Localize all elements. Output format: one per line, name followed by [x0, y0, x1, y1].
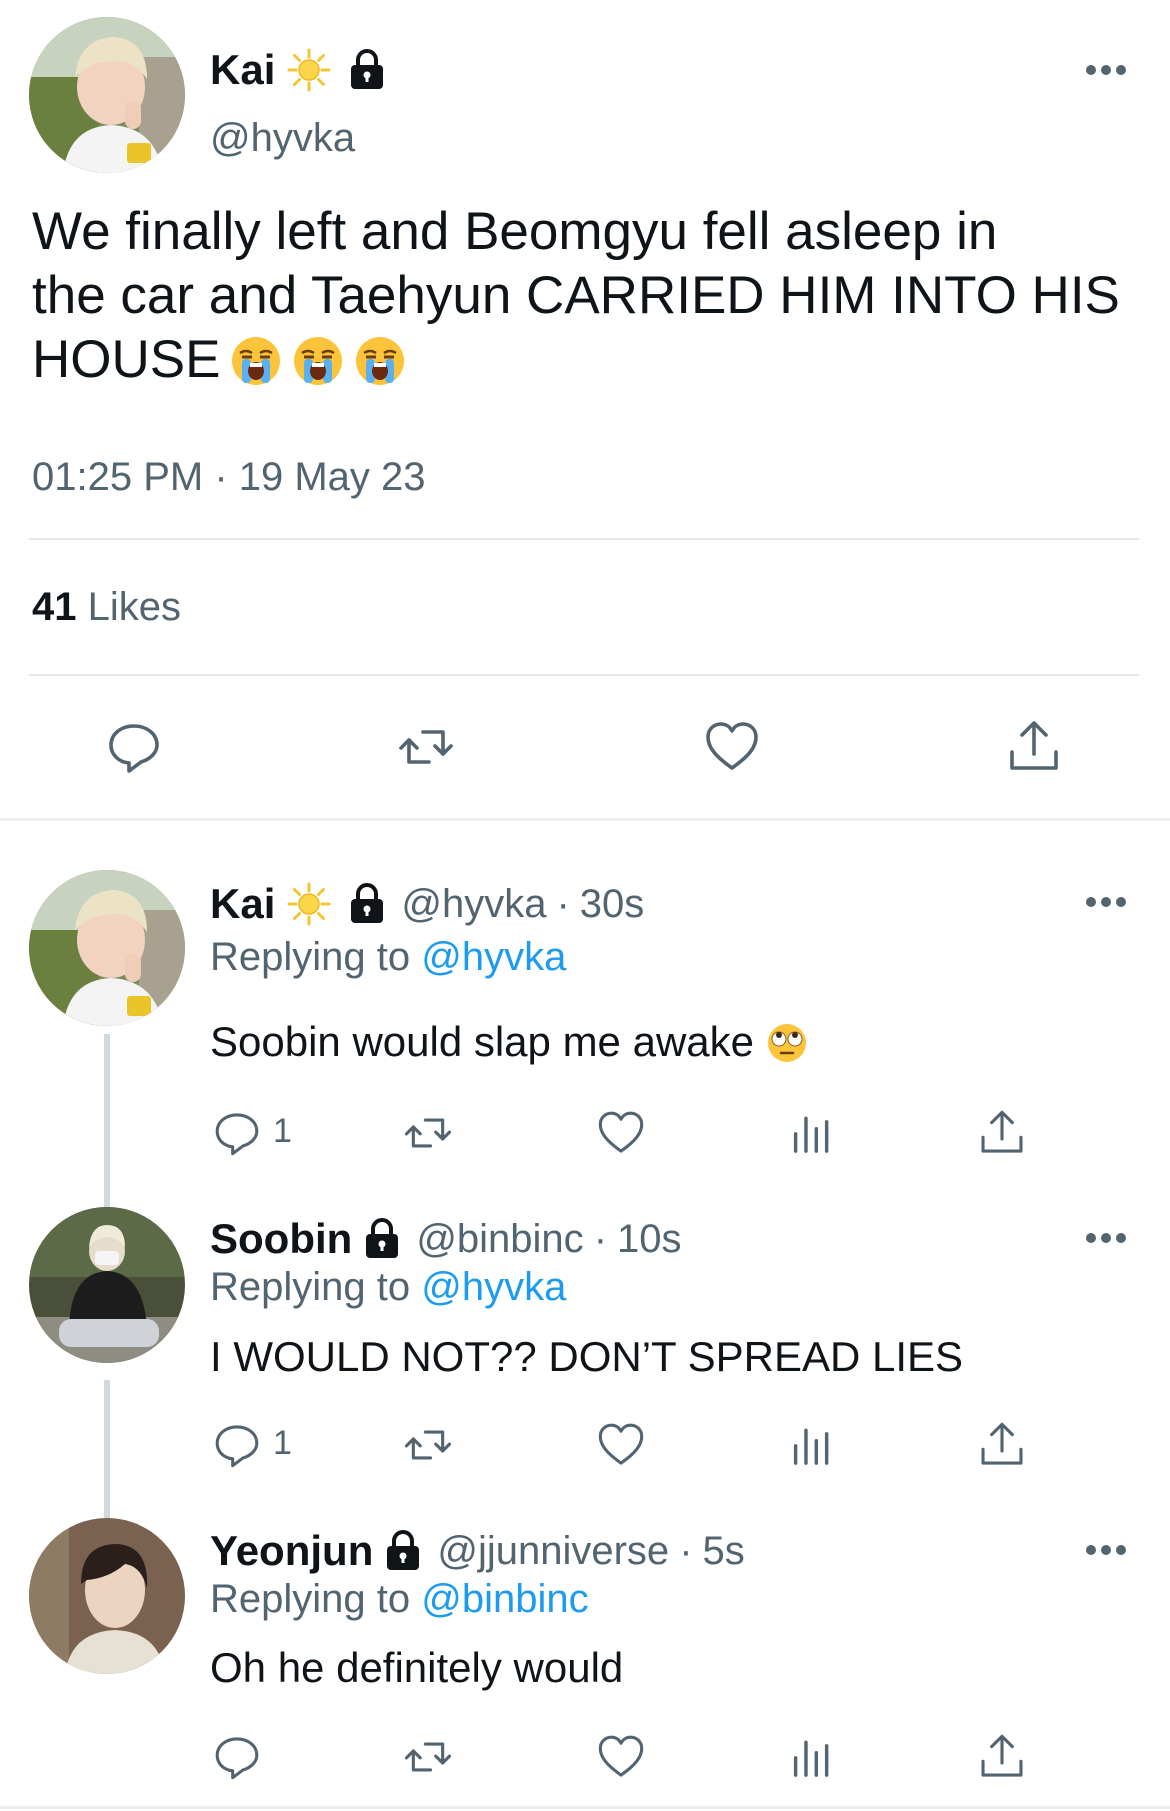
reply-header: Kai @hyvka · 30s [210, 878, 644, 930]
author-handle[interactable]: @binbinc [416, 1217, 583, 1262]
reply-text: I WOULD NOT?? DON’T SPREAD LIES [210, 1333, 964, 1380]
retweet-icon[interactable] [397, 718, 455, 776]
loudly-crying-face-icon [354, 335, 406, 387]
display-name[interactable]: Soobin [210, 1215, 352, 1263]
separator-dot: · [593, 1216, 608, 1261]
avatar[interactable] [29, 1518, 185, 1674]
reply-header: Yeonjun @jjunniverse · 5s [210, 1525, 745, 1577]
tweet-timestamp[interactable]: 01:25 PM · 19 May 23 [32, 455, 426, 500]
reply-icon[interactable] [105, 718, 163, 776]
loudly-crying-face-icon [230, 335, 282, 387]
main-tweet: Kai @hyvka We finally left and Beomgyu f… [0, 0, 1170, 821]
tweet-text-line-1: We finally left and Beomgyu fell asleep … [32, 202, 998, 261]
lock-icon [381, 1529, 425, 1573]
display-name[interactable]: Kai [210, 46, 275, 94]
heart-icon[interactable] [596, 1732, 646, 1782]
section-divider [0, 818, 1170, 821]
reply-count: 1 [273, 1424, 292, 1462]
heart-icon[interactable] [596, 1108, 646, 1158]
reply-text-content: Soobin would slap me awake [210, 1018, 754, 1065]
views-icon[interactable] [787, 1420, 837, 1470]
avatar[interactable] [29, 17, 185, 173]
loudly-crying-face-icon [292, 335, 344, 387]
views-icon[interactable] [787, 1732, 837, 1782]
tweet-text: We finally left and Beomgyu fell asleep … [32, 200, 1162, 392]
avatar[interactable] [29, 1207, 185, 1363]
more-icon[interactable] [1084, 60, 1128, 80]
author-handle[interactable]: @jjunniverse [437, 1529, 669, 1574]
reply-count: 1 [273, 1112, 292, 1150]
replying-to: Replying to @hyvka [210, 1265, 566, 1310]
likes-label: Likes [87, 585, 182, 629]
reply-icon[interactable] [212, 1420, 262, 1470]
replying-to-label: Replying to [210, 1577, 411, 1621]
share-icon[interactable] [977, 1420, 1027, 1470]
divider [29, 538, 1139, 540]
lock-icon [345, 882, 389, 926]
share-icon[interactable] [1005, 718, 1063, 776]
more-icon[interactable] [1084, 1540, 1128, 1560]
sun-icon [287, 48, 331, 92]
bottom-divider [0, 1806, 1170, 1809]
display-name[interactable]: Yeonjun [210, 1527, 373, 1575]
more-icon[interactable] [1084, 1228, 1128, 1248]
reply-time[interactable]: 30s [580, 882, 645, 927]
replying-to-label: Replying to [210, 935, 411, 979]
lock-icon [345, 48, 389, 92]
lock-icon [360, 1217, 404, 1261]
likes-count: 41 [32, 585, 77, 629]
reply-icon[interactable] [212, 1108, 262, 1158]
reply-text: Soobin would slap me awake [210, 1018, 808, 1066]
thread-line [104, 1380, 110, 1528]
tweet-text-line-3: HOUSE [32, 330, 221, 389]
mention-link[interactable]: @hyvka [421, 1265, 566, 1309]
divider [29, 674, 1139, 676]
avatar[interactable] [29, 870, 185, 1026]
author-name-row: Kai [210, 44, 389, 96]
reply-text: Oh he definitely would [210, 1644, 624, 1691]
heart-icon[interactable] [703, 718, 761, 776]
retweet-icon[interactable] [403, 1108, 453, 1158]
author-handle[interactable]: @hyvka [401, 882, 546, 927]
thread-line [104, 1034, 110, 1216]
reply-time[interactable]: 5s [703, 1529, 745, 1574]
kai-avatar-image [29, 17, 185, 173]
reply-icon[interactable] [212, 1732, 262, 1782]
mention-link[interactable]: @binbinc [421, 1577, 588, 1621]
retweet-icon[interactable] [403, 1732, 453, 1782]
kai-avatar-image [29, 870, 185, 1026]
share-icon[interactable] [977, 1108, 1027, 1158]
tweet-text-line-2: the car and Taehyun CARRIED HIM INTO HIS [32, 266, 1120, 325]
author-handle[interactable]: @hyvka [210, 116, 355, 161]
mention-link[interactable]: @hyvka [421, 935, 566, 979]
soobin-avatar-image [29, 1207, 185, 1363]
heart-icon[interactable] [596, 1420, 646, 1470]
views-icon[interactable] [787, 1108, 837, 1158]
retweet-icon[interactable] [403, 1420, 453, 1470]
display-name[interactable]: Kai [210, 880, 275, 928]
face-with-rolling-eyes-icon [766, 1022, 808, 1064]
more-icon[interactable] [1084, 892, 1128, 912]
likes-summary[interactable]: 41 Likes [32, 585, 181, 630]
separator-dot: · [679, 1528, 693, 1573]
sun-icon [287, 882, 331, 926]
replying-to-label: Replying to [210, 1265, 411, 1309]
share-icon[interactable] [977, 1732, 1027, 1782]
reply-header: Soobin @binbinc · 10s [210, 1213, 682, 1265]
separator-dot: · [556, 881, 570, 926]
replying-to: Replying to @binbinc [210, 1577, 589, 1622]
yeonjun-avatar-image [29, 1518, 185, 1674]
replying-to: Replying to @hyvka [210, 935, 566, 980]
reply-time[interactable]: 10s [617, 1217, 682, 1262]
